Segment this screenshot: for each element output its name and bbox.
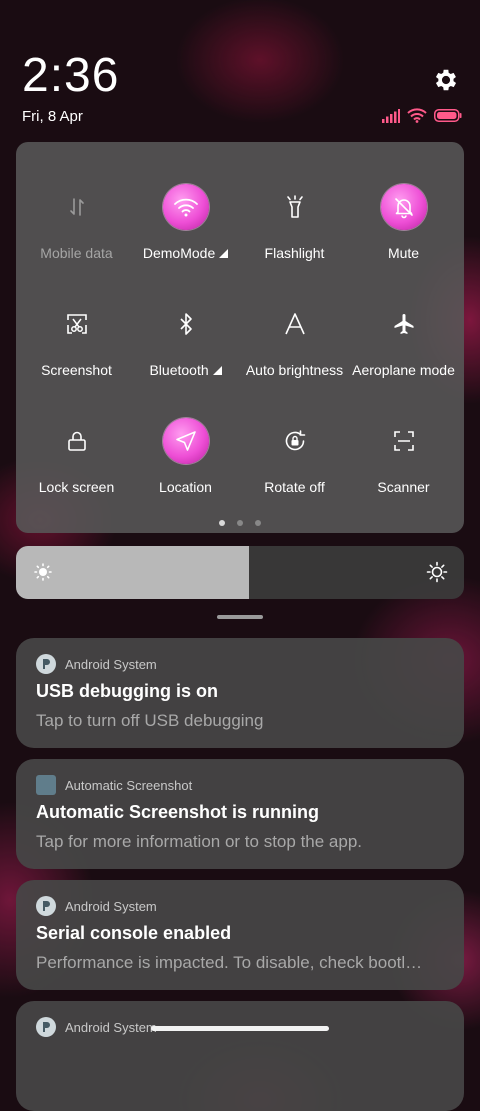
tile-scanner[interactable]: Scanner	[349, 406, 458, 516]
notification-body: Performance is impacted. To disable, che…	[36, 953, 423, 972]
mute-bell-icon	[380, 184, 427, 230]
notification-title: Automatic Screenshot is running	[36, 802, 320, 822]
tile-mobile-data[interactable]: Mobile data	[22, 172, 131, 282]
tile-label: DemoMode	[142, 245, 216, 261]
auto-brightness-icon	[272, 301, 318, 347]
notification-body: Tap for more information or to stop the …	[36, 832, 363, 851]
brightness-slider[interactable]	[16, 546, 464, 599]
page-dot[interactable]	[219, 520, 225, 526]
tile-rotate-off[interactable]: Rotate off	[240, 406, 349, 516]
tile-label: Rotate off	[264, 479, 325, 495]
brightness-low-icon	[34, 563, 52, 581]
signal-icon	[382, 108, 400, 123]
android-system-icon	[36, 896, 56, 916]
quick-settings-panel: Mobile data DemoMode Flashlight Mute Scr…	[16, 142, 464, 533]
gesture-nav-bar[interactable]	[151, 1026, 329, 1031]
page-dot[interactable]	[255, 520, 261, 526]
page-dot[interactable]	[237, 520, 243, 526]
notification-card[interactable]: Android System Serial console enabled Pe…	[16, 880, 464, 990]
tile-label: Mobile data	[40, 245, 113, 261]
clock-time: 2:36	[22, 49, 120, 102]
status-icons	[382, 108, 462, 123]
tile-location[interactable]: Location	[131, 406, 240, 516]
aeroplane-icon	[381, 301, 427, 347]
lock-icon	[54, 418, 100, 464]
tile-flashlight[interactable]: Flashlight	[240, 172, 349, 282]
expand-triangle-icon	[219, 249, 229, 258]
page-indicator	[16, 520, 464, 526]
notification-card[interactable]: Automatic Screenshot Automatic Screensho…	[16, 759, 464, 869]
rotate-lock-icon	[272, 418, 318, 464]
mobile-data-icon	[54, 184, 100, 230]
tile-screenshot[interactable]: Screenshot	[22, 289, 131, 399]
expand-triangle-icon	[212, 366, 222, 375]
notification-app-name: Automatic Screenshot	[65, 778, 193, 793]
tile-label: Aeroplane mode	[352, 362, 455, 378]
panel-drag-handle[interactable]	[217, 615, 263, 619]
tile-label: Lock screen	[38, 479, 115, 495]
automatic-screenshot-icon	[36, 775, 56, 795]
notification-app-name: Android System	[65, 657, 157, 672]
flashlight-icon	[272, 184, 318, 230]
notification-card[interactable]: Android System	[16, 1001, 464, 1111]
tile-mute[interactable]: Mute	[349, 172, 458, 282]
tile-label: Scanner	[377, 479, 430, 495]
scanner-icon	[381, 418, 427, 464]
notification-body: Tap to turn off USB debugging	[36, 711, 264, 730]
android-system-icon	[36, 654, 56, 674]
notification-card[interactable]: Android System USB debugging is on Tap t…	[16, 638, 464, 748]
bluetooth-icon	[163, 301, 209, 347]
brightness-high-icon	[426, 561, 448, 583]
tile-label: Mute	[387, 245, 420, 261]
tile-label: Bluetooth	[149, 362, 209, 378]
settings-button[interactable]	[432, 66, 460, 94]
tile-label: Flashlight	[264, 245, 325, 261]
wifi-icon	[407, 108, 427, 123]
tile-aeroplane-mode[interactable]: Aeroplane mode	[349, 289, 458, 399]
notification-app-name: Android System	[65, 899, 157, 914]
date-label: Fri, 8 Apr	[22, 108, 83, 125]
tile-lock-screen[interactable]: Lock screen	[22, 406, 131, 516]
location-icon	[162, 418, 209, 464]
tile-label: Screenshot	[41, 362, 112, 378]
notification-title: USB debugging is on	[36, 681, 218, 701]
tile-label: Location	[159, 479, 212, 495]
tile-bluetooth[interactable]: Bluetooth	[131, 289, 240, 399]
screenshot-icon	[54, 301, 100, 347]
notification-app-name: Android System	[65, 1020, 157, 1035]
tile-auto-brightness[interactable]: Auto brightness	[240, 289, 349, 399]
notification-title: Serial console enabled	[36, 923, 232, 943]
battery-icon	[434, 109, 462, 122]
android-system-icon	[36, 1017, 56, 1037]
gear-icon	[435, 69, 457, 91]
tile-label: Auto brightness	[245, 362, 344, 378]
wifi-icon	[162, 184, 209, 230]
tile-demomode[interactable]: DemoMode	[131, 172, 240, 282]
